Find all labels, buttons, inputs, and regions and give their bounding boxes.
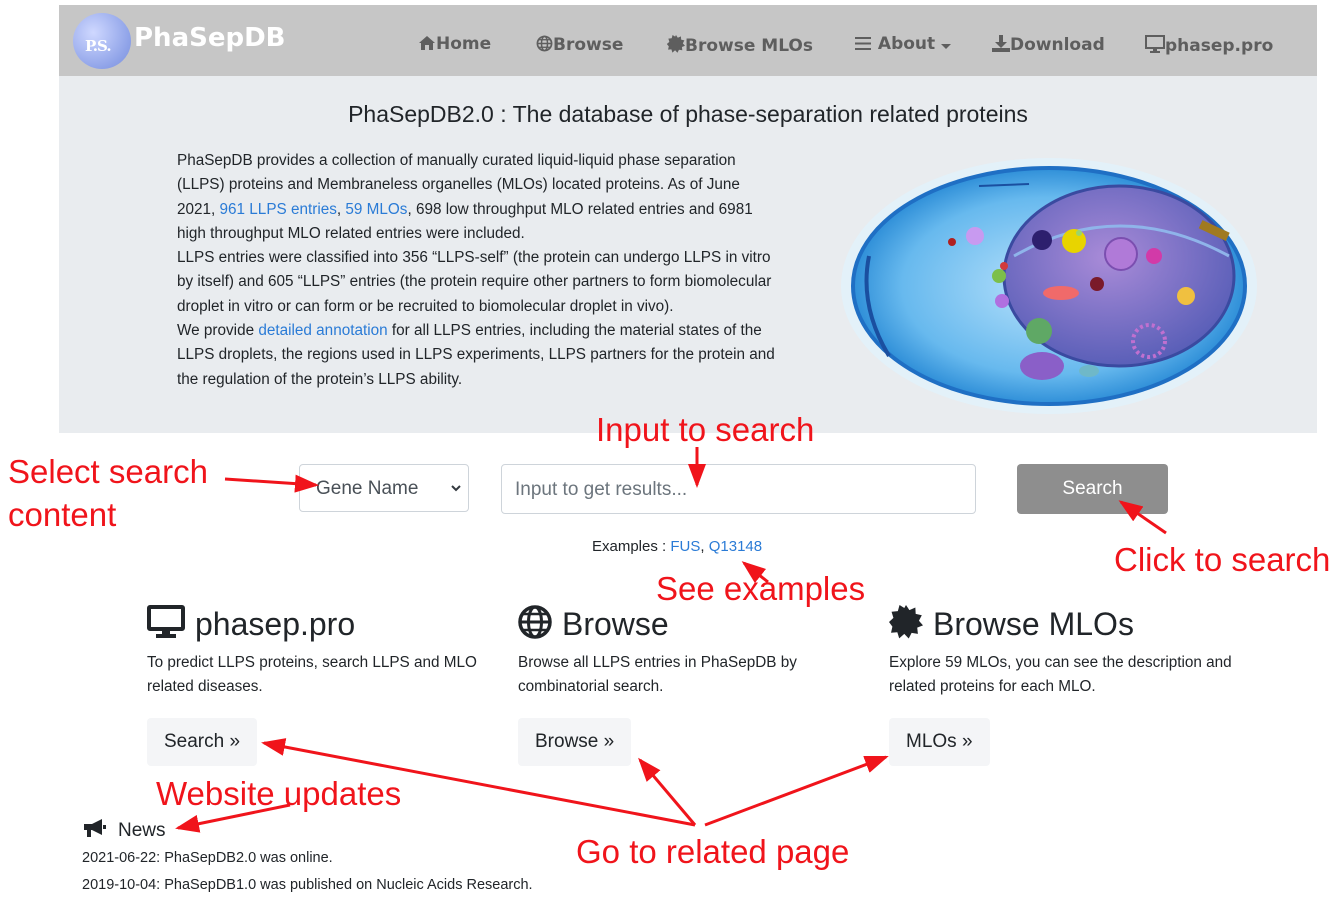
arrow-select — [224, 474, 319, 493]
arrow-mlos — [704, 755, 889, 827]
annotation-website-updates: Website updates — [156, 775, 402, 812]
annotation-click-to-search: Click to search — [1114, 541, 1331, 578]
annotation-input-to-search: Input to search — [596, 411, 815, 448]
annotation-select-content: Select search content — [8, 453, 208, 533]
annotation-see-examples: See examples — [656, 570, 866, 607]
annotation-go-to-related-page: Go to related page — [576, 833, 850, 870]
arrow-click — [1118, 500, 1167, 535]
